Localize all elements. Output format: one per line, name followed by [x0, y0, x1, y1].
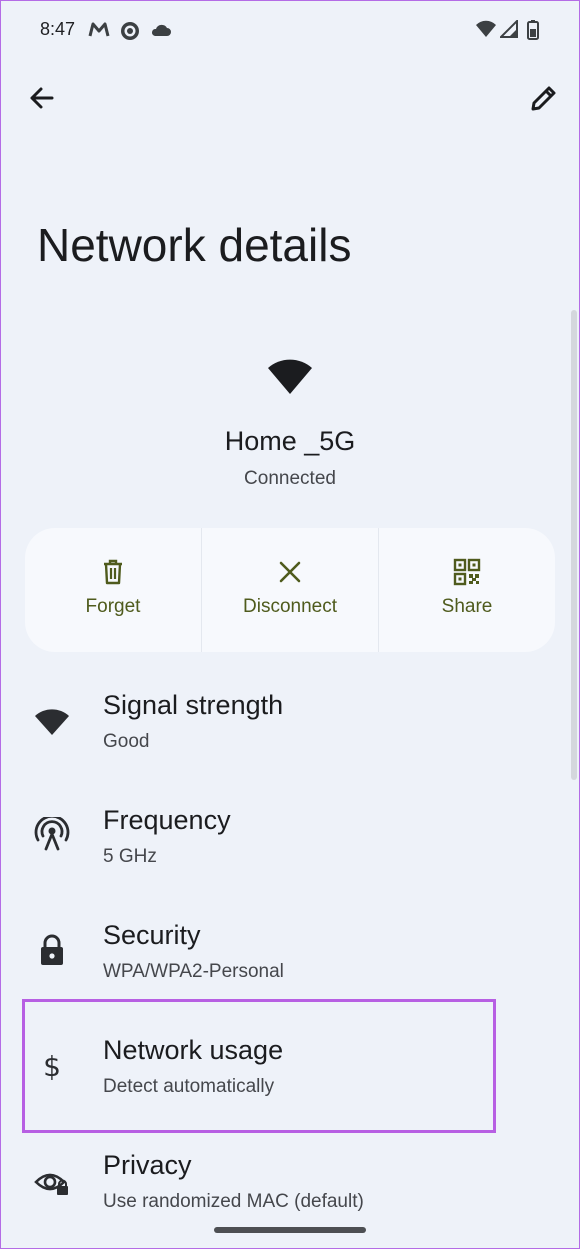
frequency-value: 5 GHz: [103, 846, 157, 867]
battery-icon: [527, 20, 539, 40]
close-icon: [279, 561, 301, 583]
wifi-strength-icon: [268, 359, 312, 394]
wifi-signal-icon: [476, 20, 496, 37]
antenna-icon: [34, 817, 70, 851]
security-value: WPA/WPA2-Personal: [103, 961, 284, 982]
signal-strength-value: Good: [103, 731, 150, 752]
disconnect-label: Disconnect: [243, 596, 337, 617]
privacy-item[interactable]: Privacy Use randomized MAC (default): [0, 1140, 580, 1240]
page-title: Network details: [37, 219, 352, 271]
status-bar: 8:47: [0, 0, 580, 60]
security-title: Security: [103, 920, 201, 950]
privacy-value: Use randomized MAC (default): [103, 1191, 364, 1212]
cellular-signal-icon: [500, 20, 518, 38]
gmail-icon: [88, 22, 110, 37]
network-status: Connected: [244, 468, 336, 489]
security-item[interactable]: Security WPA/WPA2-Personal: [0, 910, 580, 1010]
signal-strength-item[interactable]: Signal strength Good: [0, 680, 580, 780]
gesture-nav-handle[interactable]: [214, 1227, 366, 1233]
forget-label: Forget: [85, 596, 141, 617]
cloud-icon: [151, 24, 171, 36]
qr-code-icon: [453, 558, 481, 586]
share-button[interactable]: Share: [378, 528, 555, 652]
network-actions: Forget Disconnect Share: [25, 528, 555, 652]
signal-strength-title: Signal strength: [103, 690, 284, 720]
trash-icon: [104, 559, 122, 585]
frequency-title: Frequency: [103, 805, 231, 835]
share-label: Share: [441, 596, 493, 617]
edit-pencil-icon[interactable]: [526, 80, 562, 116]
whatsapp-icon: [121, 22, 139, 40]
lock-icon: [41, 934, 63, 965]
scrollbar[interactable]: [571, 310, 577, 780]
forget-button[interactable]: Forget: [25, 528, 201, 652]
privacy-title: Privacy: [103, 1150, 192, 1180]
status-time: 8:47: [40, 19, 76, 39]
disconnect-button[interactable]: Disconnect: [201, 528, 378, 652]
network-usage-highlight: [22, 999, 496, 1133]
frequency-item[interactable]: Frequency 5 GHz: [0, 795, 580, 895]
wifi-icon: [35, 709, 69, 735]
eye-lock-icon: [34, 1173, 68, 1195]
back-arrow-icon[interactable]: [24, 80, 60, 116]
network-name: Home _5G: [224, 426, 356, 456]
